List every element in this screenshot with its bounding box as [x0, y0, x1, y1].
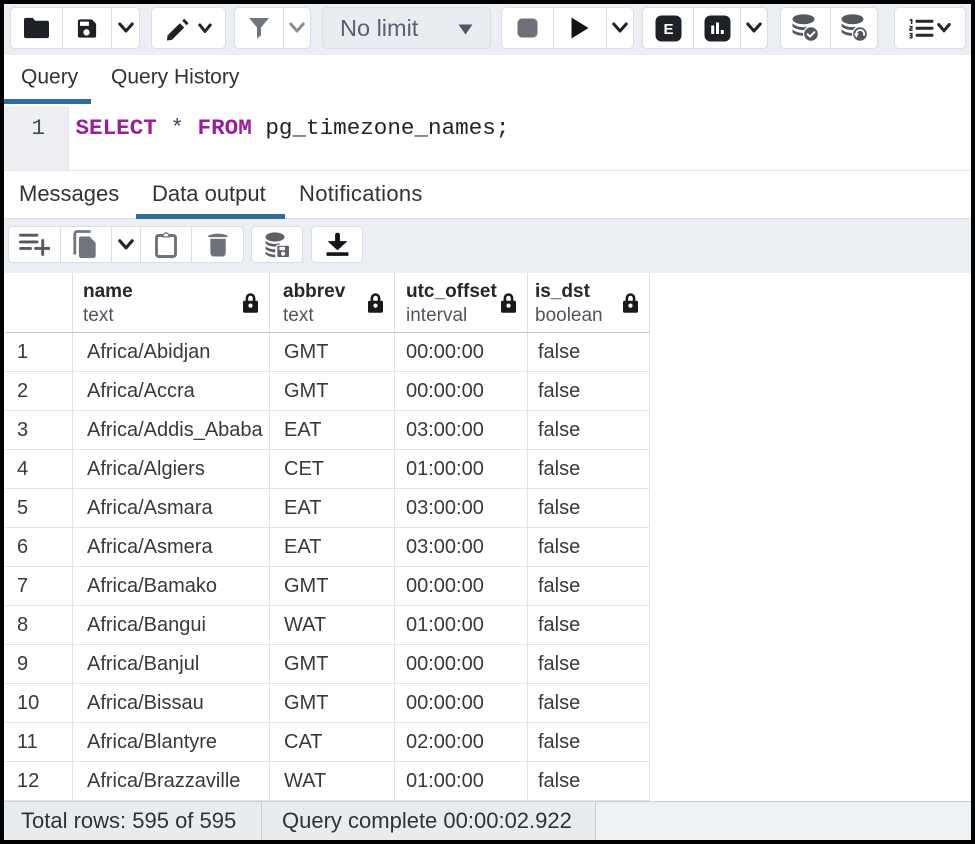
svg-text:E: E	[663, 21, 673, 38]
